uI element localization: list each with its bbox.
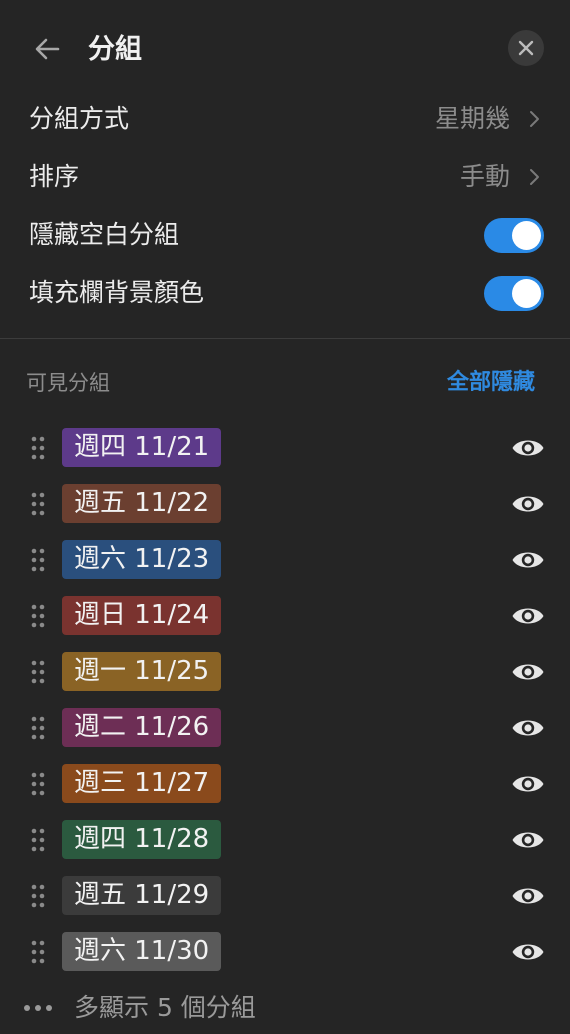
group-row[interactable]: 週日 11/24	[0, 588, 570, 644]
group-tag: 週一 11/25	[62, 652, 222, 691]
drag-handle-icon[interactable]	[29, 434, 47, 462]
group-settings-panel: 分組 分組方式 星期幾 排序 手動 隱藏空白分組 填充欄背景顏色 可見分組 全部…	[0, 0, 570, 1034]
group-row[interactable]: 週一 11/25	[0, 644, 570, 700]
group-tag: 週六 11/23	[62, 540, 222, 579]
eye-icon[interactable]	[511, 658, 545, 686]
chevron-right-icon	[530, 111, 539, 127]
group-tag: 週六 11/30	[62, 932, 222, 971]
more-dots-icon	[24, 1005, 52, 1011]
drag-handle-icon[interactable]	[29, 602, 47, 630]
back-button[interactable]	[28, 30, 68, 70]
drag-handle-icon[interactable]	[29, 490, 47, 518]
hide-all-button[interactable]: 全部隱藏	[447, 366, 535, 400]
show-more-groups-button[interactable]: 多顯示 5 個分組	[0, 984, 570, 1034]
group-row[interactable]: 週六 11/30	[0, 924, 570, 980]
close-icon	[518, 40, 534, 56]
fill-background-row: 填充欄背景顏色	[0, 264, 570, 322]
group-row[interactable]: 週五 11/22	[0, 476, 570, 532]
divider	[0, 338, 570, 339]
visible-groups-list: 週四 11/21 週五 11/22 週六 11/23 週日 11/24 週一 11/25…	[0, 420, 570, 980]
toggle-knob	[512, 221, 541, 250]
sort-label: 排序	[29, 162, 80, 191]
group-row[interactable]: 週三 11/27	[0, 756, 570, 812]
eye-icon[interactable]	[511, 490, 545, 518]
group-tag: 週五 11/29	[62, 876, 222, 915]
drag-handle-icon[interactable]	[29, 658, 47, 686]
group-row[interactable]: 週二 11/26	[0, 700, 570, 756]
eye-icon[interactable]	[511, 938, 545, 966]
group-row[interactable]: 週六 11/23	[0, 532, 570, 588]
drag-handle-icon[interactable]	[29, 546, 47, 574]
group-row[interactable]: 週四 11/21	[0, 420, 570, 476]
toggle-knob	[512, 279, 541, 308]
group-tag: 週日 11/24	[62, 596, 222, 635]
drag-handle-icon[interactable]	[29, 938, 47, 966]
group-by-label: 分組方式	[29, 104, 130, 133]
drag-handle-icon[interactable]	[29, 770, 47, 798]
hide-empty-groups-row: 隱藏空白分組	[0, 206, 570, 264]
eye-icon[interactable]	[511, 826, 545, 854]
panel-title: 分組	[88, 34, 142, 65]
drag-handle-icon[interactable]	[29, 714, 47, 742]
hide-empty-groups-label: 隱藏空白分組	[29, 220, 180, 249]
hide-empty-groups-toggle[interactable]	[484, 218, 544, 253]
eye-icon[interactable]	[511, 434, 545, 462]
eye-icon[interactable]	[511, 714, 545, 742]
group-tag: 週四 11/21	[62, 428, 222, 467]
drag-handle-icon[interactable]	[29, 882, 47, 910]
group-tag: 週二 11/26	[62, 708, 222, 747]
group-by-row[interactable]: 分組方式 星期幾	[0, 90, 570, 148]
close-button[interactable]	[508, 30, 544, 66]
eye-icon[interactable]	[511, 770, 545, 798]
fill-background-toggle[interactable]	[484, 276, 544, 311]
sort-row[interactable]: 排序 手動	[0, 148, 570, 206]
group-tag: 週五 11/22	[62, 484, 222, 523]
visible-groups-heading: 可見分組	[26, 371, 110, 395]
arrow-left-icon	[35, 38, 60, 60]
group-tag: 週四 11/28	[62, 820, 222, 859]
panel-header: 分組	[0, 20, 570, 78]
sort-value: 手動	[459, 162, 510, 191]
chevron-right-icon	[530, 169, 539, 185]
show-more-label: 多顯示 5 個分組	[74, 993, 256, 1022]
group-row[interactable]: 週四 11/28	[0, 812, 570, 868]
drag-handle-icon[interactable]	[29, 826, 47, 854]
group-tag: 週三 11/27	[62, 764, 222, 803]
fill-background-label: 填充欄背景顏色	[29, 278, 205, 307]
eye-icon[interactable]	[511, 602, 545, 630]
group-by-value: 星期幾	[434, 104, 510, 133]
group-row[interactable]: 週五 11/29	[0, 868, 570, 924]
eye-icon[interactable]	[511, 882, 545, 910]
eye-icon[interactable]	[511, 546, 545, 574]
